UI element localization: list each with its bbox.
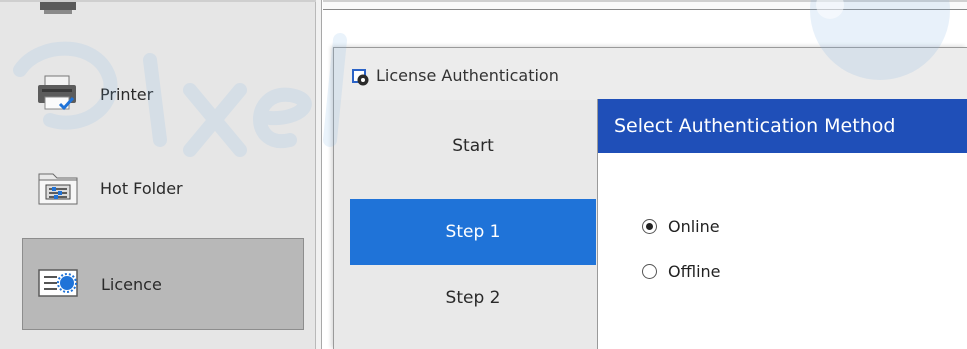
- dialog-title: License Authentication: [376, 66, 559, 85]
- hot-folder-icon: [38, 173, 78, 205]
- sidebar-item-label: Hot Folder: [100, 178, 183, 198]
- main-top-edge: [323, 0, 967, 10]
- step-1: Step 1: [350, 199, 596, 265]
- radio-offline[interactable]: Offline: [642, 262, 721, 281]
- sidebar-splitter[interactable]: [316, 0, 322, 349]
- licence-icon: [38, 269, 78, 297]
- sidebar-item-label: Licence: [101, 274, 162, 294]
- radio-online[interactable]: Online: [642, 217, 720, 236]
- dialog-titlebar[interactable]: License Authentication: [334, 48, 967, 100]
- step-label: Step 1: [445, 222, 501, 242]
- license-authentication-dialog: License Authentication Start Step 1 Step…: [333, 47, 967, 349]
- sidebar-item-licence[interactable]: Licence: [22, 238, 304, 330]
- step-start: Start: [350, 113, 596, 179]
- radio-button-checked[interactable]: [642, 219, 657, 234]
- license-settings-icon: [352, 69, 369, 86]
- step-label: Step 2: [445, 288, 501, 308]
- step-label: Start: [452, 136, 494, 156]
- step-2: Step 2: [350, 265, 596, 331]
- sidebar-item-printer[interactable]: Printer: [22, 48, 304, 140]
- sidebar: Printer Hot Folder Licence: [0, 0, 316, 349]
- radio-button-unchecked[interactable]: [642, 264, 657, 279]
- panel-title: Select Authentication Method: [598, 99, 967, 153]
- radio-label: Online: [668, 217, 720, 236]
- sidebar-item-label: Printer: [100, 84, 154, 104]
- printer-icon: [38, 75, 76, 111]
- sidebar-item-hot-folder[interactable]: Hot Folder: [22, 142, 304, 234]
- partial-item-icon: [40, 2, 76, 14]
- radio-label: Offline: [668, 262, 721, 281]
- authentication-panel: Select Authentication Method Online Offl…: [597, 99, 967, 349]
